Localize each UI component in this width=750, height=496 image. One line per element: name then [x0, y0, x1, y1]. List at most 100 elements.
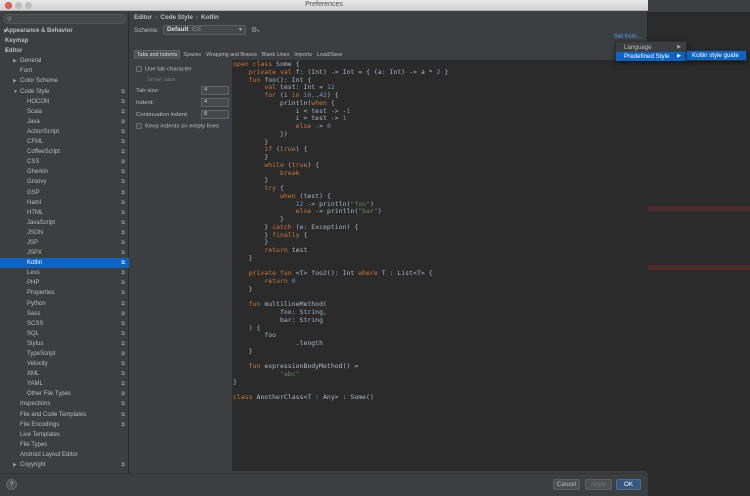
sidebar-item-label: Properties — [27, 290, 55, 297]
project-scope-icon: ⧉ — [121, 270, 125, 277]
sidebar-item[interactable]: JSPX ⧉ — [0, 248, 129, 258]
code-preview[interactable]: open class Some { private val f: (Int) -… — [232, 60, 648, 471]
sidebar-item[interactable]: ▶ Copyright ⧉ — [0, 460, 129, 470]
sidebar-item-label: File Types — [20, 441, 48, 448]
keep-indents-checkbox[interactable]: Keep indents on empty lines — [136, 123, 219, 130]
sidebar-item[interactable]: Live Templates — [0, 430, 129, 440]
sidebar-item[interactable]: Less ⧉ — [0, 268, 129, 278]
project-scope-icon: ⧉ — [121, 169, 125, 176]
code-token: -> — [315, 122, 327, 130]
menu-item-language[interactable]: Language ▶ — [616, 43, 686, 52]
continuation-indent-field[interactable]: 8 — [201, 110, 229, 119]
sidebar-item[interactable]: SQL ⧉ — [0, 329, 129, 339]
sidebar-item[interactable]: ActionScript ⧉ — [0, 127, 129, 137]
sidebar-item-label: CFML — [27, 139, 44, 146]
sidebar-item[interactable]: Properties ⧉ — [0, 288, 129, 298]
sidebar-item-label: Less — [27, 270, 40, 277]
indent-label: Indent: — [136, 100, 155, 106]
settings-search-input[interactable]: ⚲ — [3, 14, 126, 24]
sidebar-item[interactable]: Python ⧉ — [0, 299, 129, 309]
sidebar-item[interactable]: Java ⧉ — [0, 117, 129, 127]
code-line: bar: String — [233, 316, 448, 325]
sidebar-item[interactable]: HOCON ⧉ — [0, 97, 129, 107]
sidebar-item-label: Gherkin — [27, 169, 49, 176]
tab[interactable]: Spaces — [181, 51, 203, 60]
sidebar-item[interactable]: XML ⧉ — [0, 369, 129, 379]
sidebar-item[interactable]: Stylus ⧉ — [0, 339, 129, 349]
menu-item-label: Language — [624, 44, 652, 51]
sidebar-item-label: HTML — [27, 209, 44, 216]
sidebar-item[interactable]: Other File Types ⧉ — [0, 389, 129, 399]
sidebar-item-label: Code Style — [20, 88, 50, 95]
breadcrumb-item: Editor — [134, 14, 153, 21]
project-scope-icon: ⧉ — [121, 330, 125, 337]
sidebar-item[interactable]: SCSS ⧉ — [0, 319, 129, 329]
sidebar-item[interactable]: ▶ General — [0, 56, 129, 66]
sidebar-item[interactable]: CoffeeScript ⧉ — [0, 147, 129, 157]
sidebar-item-label: Python — [27, 300, 46, 307]
sidebar-item-label: JavaScript — [27, 219, 56, 226]
sidebar-item[interactable]: ▼ Code Style ⧉ — [0, 87, 129, 97]
code-token: where — [358, 269, 382, 278]
tab[interactable]: Blank Lines — [260, 51, 291, 60]
sidebar-item[interactable]: ▼ Editor — [0, 46, 129, 56]
menu-item-kotlin-style-guide[interactable]: Kotlin style guide — [687, 51, 746, 61]
sidebar-item-label: Inspections — [20, 401, 51, 408]
sidebar-item[interactable]: Android Layout Editor — [0, 450, 129, 460]
sidebar-item[interactable]: JavaScript ⧉ — [0, 218, 129, 228]
sidebar-item[interactable]: GSP ⧉ — [0, 188, 129, 198]
sidebar-item[interactable]: Gherkin ⧉ — [0, 167, 129, 177]
tab[interactable]: Imports — [292, 51, 314, 60]
window-titlebar: Preferences — [0, 0, 648, 11]
sidebar-item[interactable]: JSP ⧉ — [0, 238, 129, 248]
collapsed-arrow-icon[interactable]: ▶ — [13, 56, 17, 66]
sidebar-item-label: Haml — [27, 199, 42, 206]
tab-size-field[interactable]: 4 — [201, 86, 229, 95]
use-tab-checkbox[interactable]: Use tab character — [136, 66, 192, 73]
code-token: -> println( — [315, 207, 359, 216]
sidebar-item[interactable]: Haml ⧉ — [0, 198, 129, 208]
expanded-arrow-icon[interactable]: ▼ — [13, 87, 18, 97]
sidebar-item[interactable]: PHP ⧉ — [0, 278, 129, 288]
use-tab-label: Use tab character — [145, 66, 192, 73]
ok-button[interactable]: OK — [616, 479, 641, 490]
tab[interactable]: Load/Save — [315, 51, 344, 60]
collapsed-arrow-icon[interactable]: ▶ — [13, 76, 17, 86]
sidebar-item[interactable]: Scala ⧉ — [0, 107, 129, 117]
sidebar-item[interactable]: TypeScript ⧉ — [0, 349, 129, 359]
sidebar-item[interactable]: Groovy ⧉ — [0, 177, 129, 187]
scheme-dropdown[interactable]: Default IDE ▼ — [163, 25, 246, 35]
sidebar-item[interactable]: Kotlin ⧉ — [0, 258, 129, 269]
checkbox-box — [136, 66, 142, 72]
sidebar-item[interactable]: Sass ⧉ — [0, 309, 129, 319]
tab[interactable]: Tabs and Indents — [134, 50, 181, 59]
code-token: finally — [272, 230, 304, 239]
code-token: f: (Int) -> Int = { (a: Int) -> a * — [295, 67, 437, 76]
sidebar-item[interactable]: HTML ⧉ — [0, 208, 129, 218]
sidebar-item[interactable]: File Encodings ⧉ — [0, 420, 129, 430]
sidebar-item[interactable]: Inspections ⧉ — [0, 399, 129, 409]
sidebar-item[interactable]: CFML ⧉ — [0, 137, 129, 147]
tab[interactable]: Wrapping and Braces — [204, 51, 259, 60]
sidebar-item[interactable]: File and Code Templates ⧉ — [0, 410, 129, 420]
help-button[interactable]: ? — [6, 479, 17, 490]
sidebar-item[interactable]: Font — [0, 66, 129, 76]
sidebar-item[interactable]: ▶ Color Scheme — [0, 76, 129, 86]
sidebar-item-label: CoffeeScript — [27, 149, 60, 156]
checkbox-box — [136, 123, 142, 129]
sidebar-item[interactable]: YAML ⧉ — [0, 379, 129, 389]
code-token: 0 — [291, 277, 296, 285]
indent-field[interactable]: 4 — [201, 98, 229, 107]
sidebar-item[interactable]: Keymap — [0, 36, 129, 46]
set-from-link[interactable]: Set from... — [614, 34, 642, 40]
sidebar-item[interactable]: JSON ⧉ — [0, 228, 129, 238]
sidebar-item[interactable]: CSS ⧉ — [0, 157, 129, 167]
sidebar-item[interactable]: ▶ Appearance & Behavior — [0, 26, 129, 36]
sidebar-item[interactable]: File Types — [0, 440, 129, 450]
collapsed-arrow-icon[interactable]: ▶ — [13, 460, 17, 470]
apply-button[interactable]: Apply — [585, 479, 612, 490]
sidebar-item[interactable]: Velocity ⧉ — [0, 359, 129, 369]
gear-icon[interactable]: ⚙▾ — [251, 26, 259, 34]
menu-item-predefined-style[interactable]: Predefined Style ▶ — [616, 52, 686, 61]
cancel-button[interactable]: Cancel — [553, 479, 580, 490]
